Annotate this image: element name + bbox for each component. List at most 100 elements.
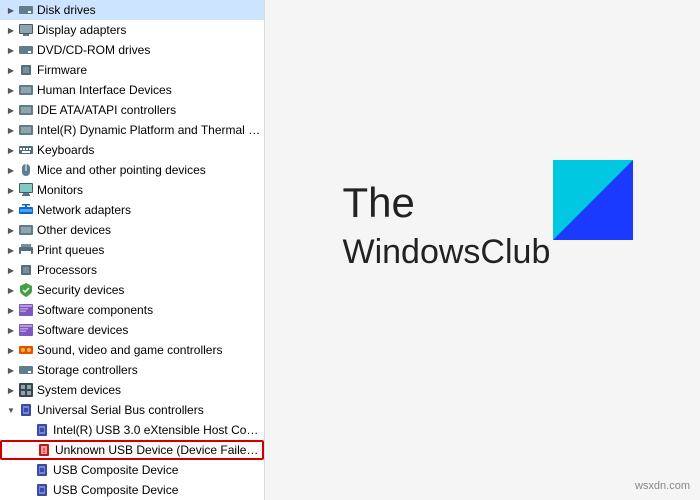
- chevron-security-devices[interactable]: ▶: [4, 282, 18, 298]
- label-usb-composite-2: USB Composite Device: [53, 483, 178, 497]
- label-storage-controllers: Storage controllers: [37, 363, 138, 377]
- chevron-human-interface[interactable]: ▶: [4, 82, 18, 98]
- chip-icon: [18, 262, 34, 278]
- label-usb-composite-1: USB Composite Device: [53, 463, 178, 477]
- software-icon: [18, 322, 34, 338]
- label-display-adapters: Display adapters: [37, 23, 126, 37]
- chip-icon: [18, 62, 34, 78]
- label-processors: Processors: [37, 263, 97, 277]
- chevron-processors[interactable]: ▶: [4, 262, 18, 278]
- usb-icon: [34, 422, 50, 438]
- chevron-monitors[interactable]: ▶: [4, 182, 18, 198]
- device-icon: [18, 222, 34, 238]
- chevron-system-devices[interactable]: ▶: [4, 382, 18, 398]
- tree-item-usb-composite-2[interactable]: USB Composite Device: [0, 480, 264, 500]
- label-print-queues: Print queues: [37, 243, 104, 257]
- chevron-network-adapters[interactable]: ▶: [4, 202, 18, 218]
- chevron-usb-composite-2[interactable]: [20, 482, 34, 498]
- label-software-devices: Software devices: [37, 323, 128, 337]
- label-security-devices: Security devices: [37, 283, 124, 297]
- tree-item-display-adapters[interactable]: ▶ Display adapters: [0, 20, 264, 40]
- mouse-icon: [18, 162, 34, 178]
- tree-item-other-devices[interactable]: ▶ Other devices: [0, 220, 264, 240]
- label-intel-dynamic: Intel(R) Dynamic Platform and Thermal Fr…: [37, 123, 264, 137]
- right-panel: The WindowsClub wsxdn.com: [265, 0, 700, 500]
- tree-item-ide-atapi[interactable]: ▶ IDE ATA/ATAPI controllers: [0, 100, 264, 120]
- drive-icon: [18, 362, 34, 378]
- tree-item-intel-dynamic[interactable]: ▶ Intel(R) Dynamic Platform and Thermal …: [0, 120, 264, 140]
- device-icon: [18, 102, 34, 118]
- label-firmware: Firmware: [37, 63, 87, 77]
- printer-icon: [18, 242, 34, 258]
- tree-item-disk-drives[interactable]: ▶ Disk drives: [0, 0, 264, 20]
- drive-icon: [18, 2, 34, 18]
- label-monitors: Monitors: [37, 183, 83, 197]
- tree-item-human-interface[interactable]: ▶ Human Interface Devices: [0, 80, 264, 100]
- label-unknown-usb: Unknown USB Device (Device Failed Enumer…: [55, 443, 262, 457]
- tree-item-sound-video[interactable]: ▶ Sound, video and game controllers: [0, 340, 264, 360]
- label-software-components: Software components: [37, 303, 153, 317]
- label-ide-atapi: IDE ATA/ATAPI controllers: [37, 103, 176, 117]
- security-icon: [18, 282, 34, 298]
- chevron-mice[interactable]: ▶: [4, 162, 18, 178]
- device-icon: [18, 122, 34, 138]
- chevron-storage-controllers[interactable]: ▶: [4, 362, 18, 378]
- tree-item-print-queues[interactable]: ▶ Print queues: [0, 240, 264, 260]
- chevron-ide-atapi[interactable]: ▶: [4, 102, 18, 118]
- chevron-software-components[interactable]: ▶: [4, 302, 18, 318]
- software-icon: [18, 302, 34, 318]
- brand-logo: [553, 160, 633, 240]
- chevron-display-adapters[interactable]: ▶: [4, 22, 18, 38]
- tree-item-monitors[interactable]: ▶ Monitors: [0, 180, 264, 200]
- label-network-adapters: Network adapters: [37, 203, 131, 217]
- keyboard-icon: [18, 142, 34, 158]
- label-intel-usb: Intel(R) USB 3.0 eXtensible Host Control…: [53, 423, 264, 437]
- label-sound-video: Sound, video and game controllers: [37, 343, 222, 357]
- tree-item-unknown-usb[interactable]: ! Unknown USB Device (Device Failed Enum…: [0, 440, 264, 460]
- tree-item-software-components[interactable]: ▶ Software components: [0, 300, 264, 320]
- label-disk-drives: Disk drives: [37, 3, 96, 17]
- tree-item-dvd-cdrom[interactable]: ▶ DVD/CD-ROM drives: [0, 40, 264, 60]
- chevron-sound-video[interactable]: ▶: [4, 342, 18, 358]
- tree-item-security-devices[interactable]: ▶ Security devices: [0, 280, 264, 300]
- tree-item-software-devices[interactable]: ▶ Software devices: [0, 320, 264, 340]
- chevron-usb-composite-1[interactable]: [20, 462, 34, 478]
- chevron-disk-drives[interactable]: ▶: [4, 2, 18, 18]
- chevron-intel-usb[interactable]: [20, 422, 34, 438]
- chevron-software-devices[interactable]: ▶: [4, 322, 18, 338]
- svg-text:!: !: [43, 448, 45, 455]
- tree-item-usb-controllers[interactable]: ▼ Universal Serial Bus controllers: [0, 400, 264, 420]
- network-icon: [18, 202, 34, 218]
- label-system-devices: System devices: [37, 383, 121, 397]
- drive-icon: [18, 42, 34, 58]
- tree-item-usb-composite-1[interactable]: USB Composite Device: [0, 460, 264, 480]
- tree-item-firmware[interactable]: ▶ Firmware: [0, 60, 264, 80]
- tree-item-system-devices[interactable]: ▶ System devices: [0, 380, 264, 400]
- label-mice: Mice and other pointing devices: [37, 163, 206, 177]
- label-other-devices: Other devices: [37, 223, 111, 237]
- tree-item-keyboards[interactable]: ▶ Keyboards: [0, 140, 264, 160]
- tree-item-network-adapters[interactable]: ▶ Network adapters: [0, 200, 264, 220]
- tree-item-intel-usb[interactable]: Intel(R) USB 3.0 eXtensible Host Control…: [0, 420, 264, 440]
- chevron-usb-controllers[interactable]: ▼: [4, 402, 18, 418]
- device-icon: [18, 82, 34, 98]
- usb-warning-icon: !: [36, 442, 52, 458]
- usb-icon: [34, 462, 50, 478]
- chevron-keyboards[interactable]: ▶: [4, 142, 18, 158]
- chevron-intel-dynamic[interactable]: ▶: [4, 122, 18, 138]
- label-usb-controllers: Universal Serial Bus controllers: [37, 403, 204, 417]
- tree-item-storage-controllers[interactable]: ▶ Storage controllers: [0, 360, 264, 380]
- watermark: wsxdn.com: [635, 480, 690, 492]
- label-keyboards: Keyboards: [37, 143, 94, 157]
- device-manager-tree[interactable]: ▶ Disk drives▶ Display adapters▶ DVD/CD-…: [0, 0, 265, 500]
- chevron-unknown-usb[interactable]: [22, 442, 36, 458]
- chevron-firmware[interactable]: ▶: [4, 62, 18, 78]
- label-human-interface: Human Interface Devices: [37, 83, 172, 97]
- chevron-print-queues[interactable]: ▶: [4, 242, 18, 258]
- tree-item-mice[interactable]: ▶ Mice and other pointing devices: [0, 160, 264, 180]
- sound-icon: [18, 342, 34, 358]
- chevron-dvd-cdrom[interactable]: ▶: [4, 42, 18, 58]
- tree-item-processors[interactable]: ▶ Processors: [0, 260, 264, 280]
- chevron-other-devices[interactable]: ▶: [4, 222, 18, 238]
- monitor-icon: [18, 182, 34, 198]
